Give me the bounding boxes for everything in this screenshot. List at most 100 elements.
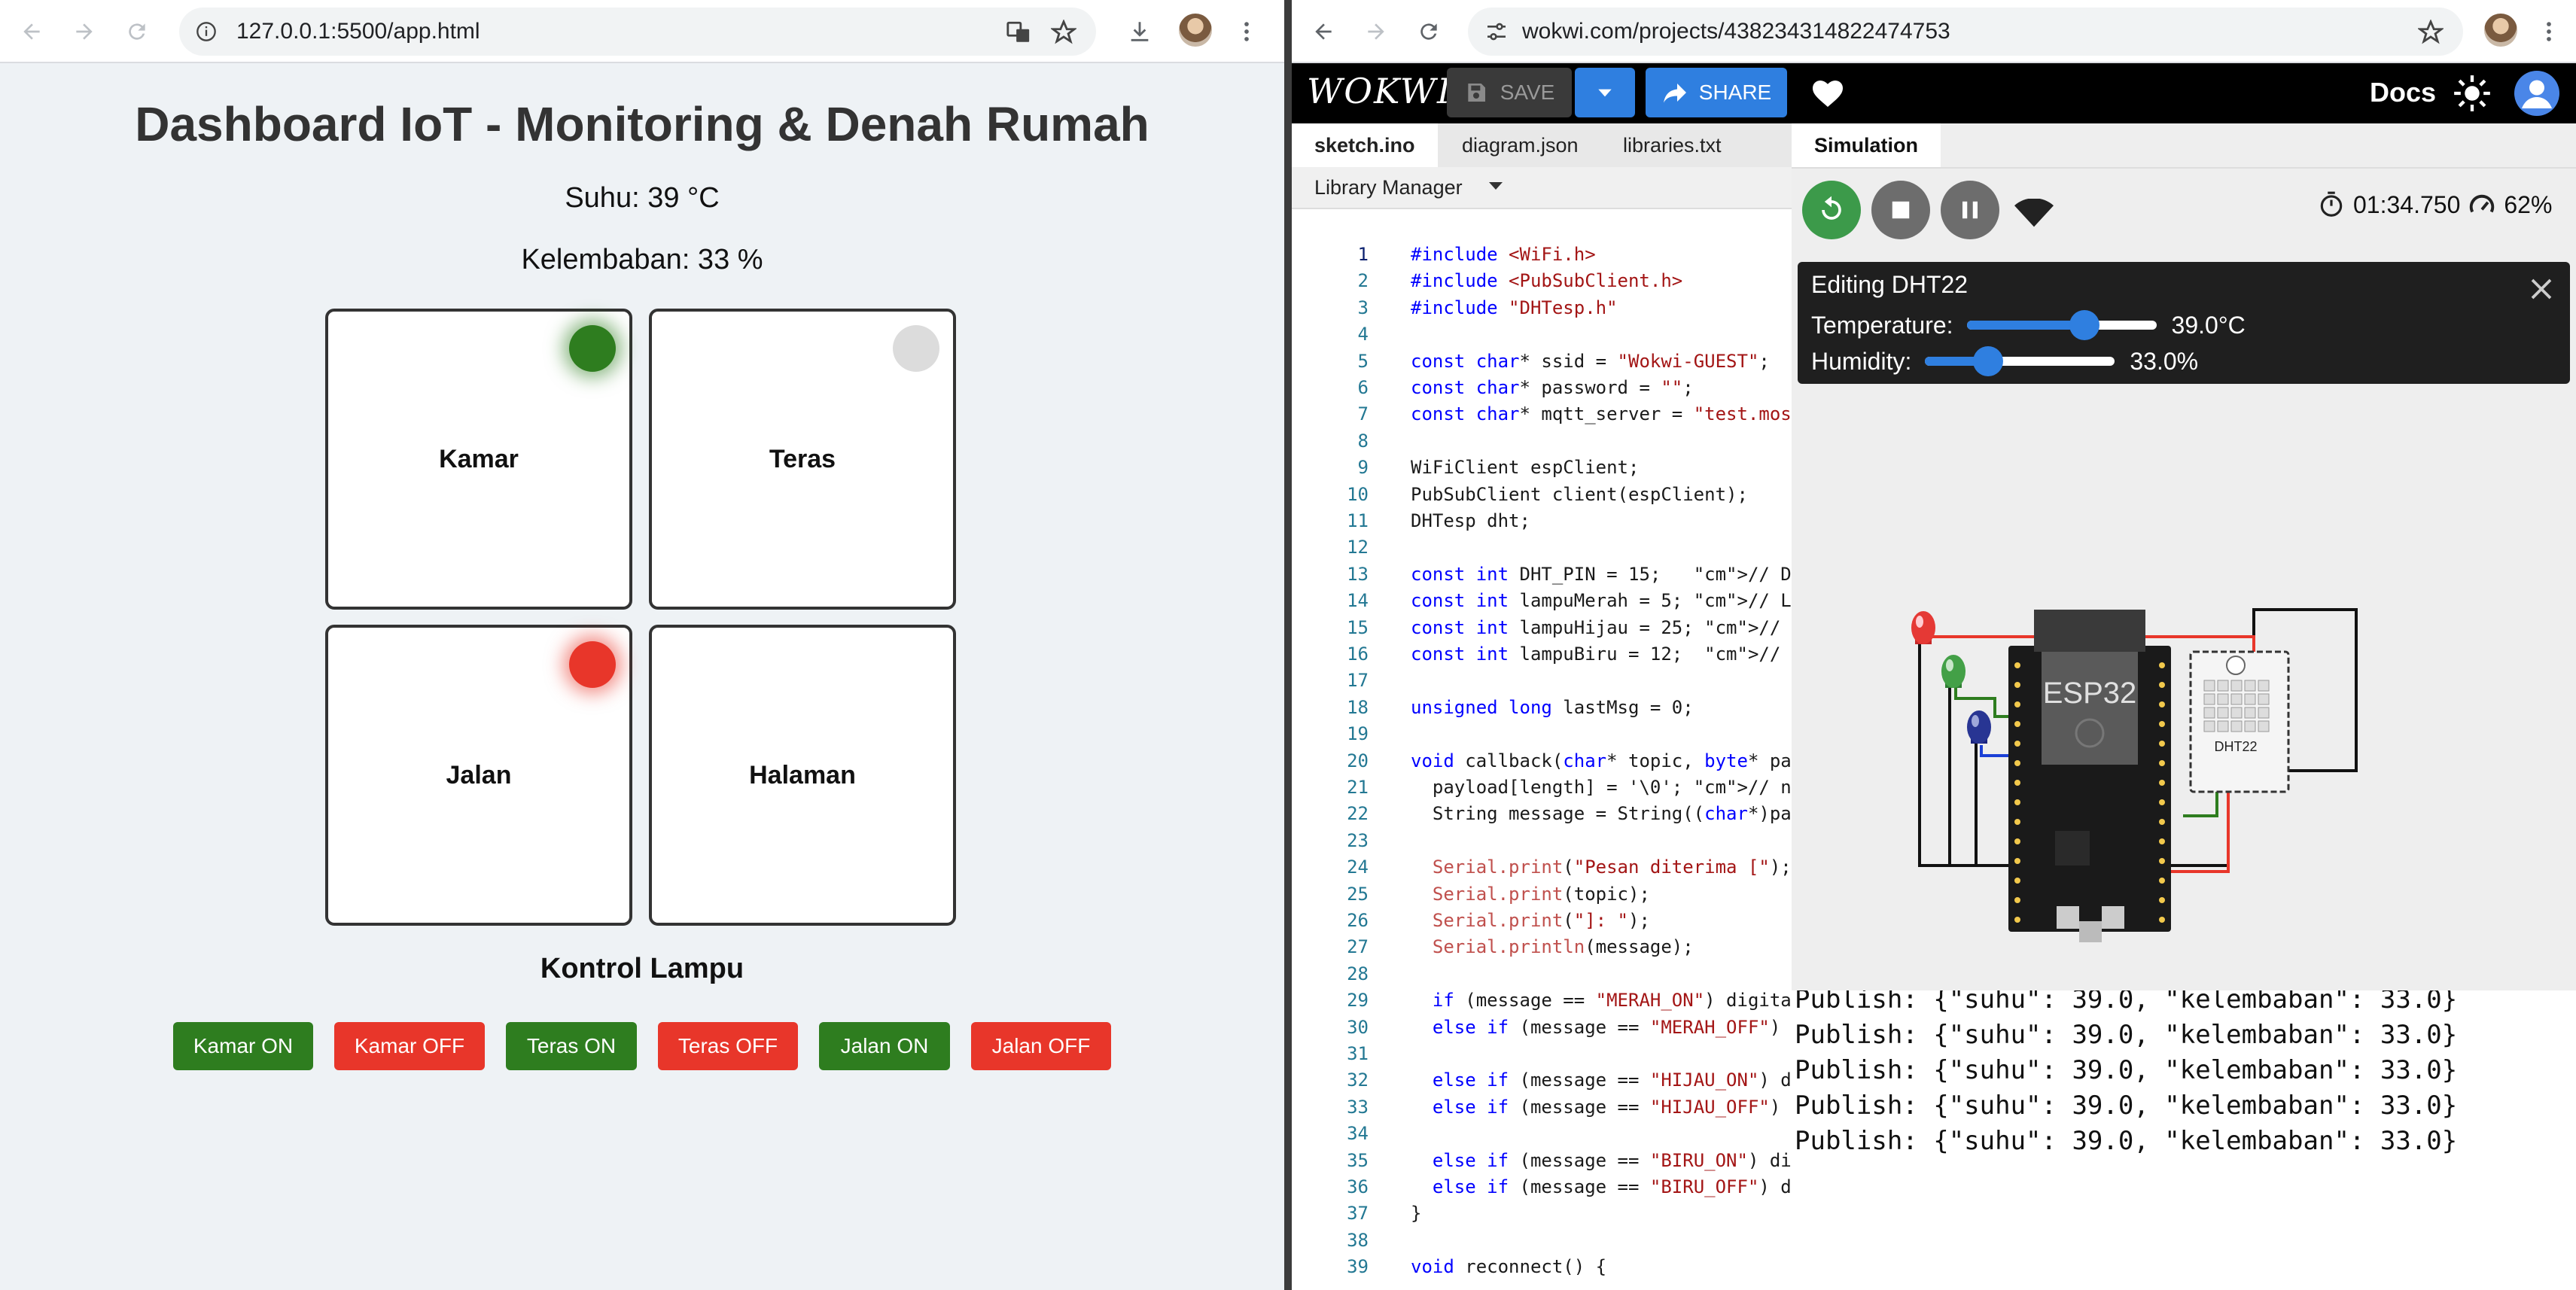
code-line[interactable]: 12 (1292, 534, 1369, 561)
code-text[interactable]: else if (message == "MERAH_OFF") (1411, 1014, 1780, 1041)
code-line[interactable]: 5 const char* ssid = "Wokwi-GUEST"; (1292, 348, 1770, 375)
code-line[interactable]: 22 String message = String((char*)pa (1292, 800, 1792, 827)
info-icon[interactable] (196, 21, 217, 42)
code-line[interactable]: 13 const int DHT_PIN = 15; "cm">// DHT22 (1292, 561, 1792, 588)
theme-sun-icon[interactable] (2453, 74, 2492, 113)
address-bar[interactable]: wokwi.com/projects/438234314822474753 (1468, 8, 2463, 56)
code-line[interactable]: 2 #include <PubSubClient.h> (1292, 267, 1683, 294)
code-line[interactable]: 20 void callback(char* topic, byte* pa (1292, 747, 1792, 774)
docs-link[interactable]: Docs (2370, 77, 2436, 108)
code-text[interactable]: String message = String((char*)pa (1411, 800, 1792, 827)
code-text[interactable]: } (1411, 1200, 1421, 1227)
led-red[interactable] (1911, 611, 1935, 644)
code-line[interactable]: 4 (1292, 321, 1369, 348)
address-bar[interactable]: 127.0.0.1:5500/app.html (179, 8, 1096, 56)
code-line[interactable]: 14 const int lampuMerah = 5; "cm">// LED … (1292, 587, 1792, 614)
code-text[interactable]: void reconnect() { (1411, 1253, 1606, 1280)
code-line[interactable]: 34 (1292, 1120, 1369, 1147)
bookmark-star-icon[interactable] (2418, 20, 2444, 45)
code-line[interactable]: 6 const char* password = ""; (1292, 374, 1694, 401)
tab-sketch-ino[interactable]: sketch.ino (1292, 123, 1438, 167)
led-green[interactable] (1941, 655, 1965, 688)
code-line[interactable]: 11 DHTesp dht; (1292, 507, 1530, 534)
code-line[interactable]: 9 WiFiClient espClient; (1292, 454, 1640, 481)
code-text[interactable]: const char* ssid = "Wokwi-GUEST"; (1411, 348, 1770, 375)
code-line[interactable]: 25 Serial.print(topic); (1292, 881, 1650, 908)
code-text[interactable]: payload[length] = '\0'; "cm">// null-t (1411, 774, 1792, 801)
code-line[interactable]: 30 else if (message == "MERAH_OFF") (1292, 1014, 1780, 1041)
humidity-slider[interactable] (1925, 346, 2115, 376)
led-blue[interactable] (1967, 710, 1991, 744)
code-text[interactable]: const char* mqtt_server = "test.mos (1411, 400, 1792, 427)
code-line[interactable]: 38 (1292, 1227, 1369, 1254)
code-text[interactable]: else if (message == "BIRU_OFF") d (1411, 1173, 1792, 1200)
close-icon[interactable] (2528, 275, 2555, 303)
bookmark-star-icon[interactable] (1051, 20, 1076, 45)
save-options-dropdown[interactable] (1575, 68, 1635, 117)
code-text[interactable]: const char* password = ""; (1411, 374, 1694, 401)
code-line[interactable]: 32 else if (message == "HIJAU_ON") d (1292, 1066, 1792, 1094)
code-text[interactable]: Serial.print("]: "); (1411, 907, 1650, 934)
code-line[interactable]: 28 (1292, 960, 1369, 987)
back-button[interactable] (1302, 11, 1344, 53)
code-text[interactable]: else if (message == "HIJAU_OFF") (1411, 1094, 1780, 1121)
code-line[interactable]: 10 PubSubClient client(espClient); (1292, 481, 1748, 508)
slider-knob[interactable] (2069, 310, 2099, 340)
code-text[interactable]: #include <PubSubClient.h> (1411, 267, 1682, 294)
code-line[interactable]: 8 (1292, 427, 1369, 455)
browser-menu-button[interactable] (2531, 14, 2567, 50)
code-text[interactable]: const int lampuBiru = 12; "cm">// LED b (1411, 640, 1792, 668)
forward-button[interactable] (63, 11, 105, 53)
heart-icon[interactable] (1810, 75, 1846, 111)
esp32-board[interactable]: ESP32 (2008, 610, 2171, 942)
reload-button[interactable] (116, 11, 158, 53)
code-line[interactable]: 17 (1292, 667, 1369, 694)
code-text[interactable]: const int lampuHijau = 25; "cm">// LED h (1411, 614, 1792, 641)
forward-button[interactable] (1355, 11, 1397, 53)
code-text[interactable]: const int lampuMerah = 5; "cm">// LED me (1411, 587, 1792, 614)
code-line[interactable]: 23 (1292, 827, 1369, 854)
save-button[interactable]: SAVE (1447, 68, 1572, 117)
temperature-slider[interactable] (1966, 310, 2157, 340)
serial-monitor[interactable]: Publish: {"suhu": 39.0, "kelembaban": 33… (1792, 990, 2576, 1290)
code-line[interactable]: 29 if (message == "MERAH_ON") digita (1292, 987, 1792, 1014)
teras-off-button[interactable]: Teras OFF (658, 1022, 798, 1070)
wokwi-logo[interactable]: WOKWI (1307, 71, 1452, 111)
code-line[interactable]: 24 Serial.print("Pesan diterima ["); (1292, 853, 1792, 881)
profile-avatar[interactable] (1179, 14, 1212, 47)
restart-simulation-button[interactable] (1802, 181, 1861, 239)
code-line[interactable]: 36 else if (message == "BIRU_OFF") d (1292, 1173, 1792, 1200)
library-manager-dropdown[interactable]: Library Manager (1292, 167, 1792, 209)
code-line[interactable]: 3 #include "DHTesp.h" (1292, 294, 1618, 321)
code-line[interactable]: 21 payload[length] = '\0'; "cm">// null-… (1292, 774, 1792, 801)
code-line[interactable]: 7 const char* mqtt_server = "test.mos (1292, 400, 1792, 427)
code-text[interactable]: DHTesp dht; (1411, 507, 1530, 534)
code-line[interactable]: 1 #include <WiFi.h> (1292, 241, 1596, 268)
teras-on-button[interactable]: Teras ON (506, 1022, 637, 1070)
kamar-on-button[interactable]: Kamar ON (173, 1022, 313, 1070)
pause-simulation-button[interactable] (1941, 181, 1999, 239)
code-text[interactable]: PubSubClient client(espClient); (1411, 481, 1748, 508)
profile-avatar[interactable] (2484, 14, 2517, 47)
wifi-icon[interactable] (2014, 199, 2054, 229)
code-line[interactable]: 15 const int lampuHijau = 25; "cm">// LED… (1292, 614, 1792, 641)
tab-simulation[interactable]: Simulation (1792, 123, 1941, 167)
downloads-button[interactable] (1122, 14, 1158, 50)
site-settings-icon[interactable] (1484, 20, 1509, 44)
code-line[interactable]: 35 else if (message == "BIRU_ON") di (1292, 1147, 1792, 1174)
user-avatar[interactable] (2514, 71, 2559, 116)
jalan-off-button[interactable]: Jalan OFF (971, 1022, 1111, 1070)
code-line[interactable]: 26 Serial.print("]: "); (1292, 907, 1650, 934)
code-line[interactable]: 31 (1292, 1040, 1369, 1067)
code-text[interactable]: #include <WiFi.h> (1411, 241, 1596, 268)
code-line[interactable]: 19 (1292, 720, 1369, 747)
code-text[interactable]: void callback(char* topic, byte* pa (1411, 747, 1792, 774)
reload-button[interactable] (1408, 11, 1450, 53)
code-line[interactable]: 37} (1292, 1200, 1421, 1227)
share-button[interactable]: SHARE (1646, 68, 1787, 117)
code-text[interactable]: Serial.print("Pesan diterima ["); (1411, 853, 1792, 881)
code-line[interactable]: 18 unsigned long lastMsg = 0; (1292, 694, 1694, 721)
code-text[interactable]: WiFiClient espClient; (1411, 454, 1639, 481)
code-text[interactable]: if (message == "MERAH_ON") digita (1411, 987, 1792, 1014)
tab-diagram-json[interactable]: diagram.json (1439, 123, 1601, 167)
